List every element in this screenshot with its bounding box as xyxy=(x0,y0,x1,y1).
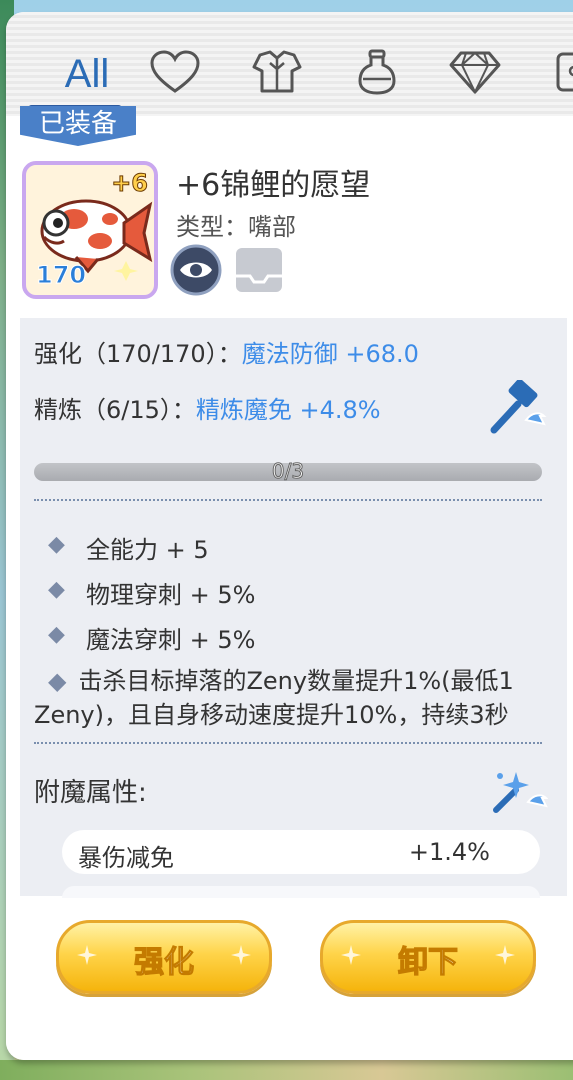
potion-icon xyxy=(358,49,396,95)
heart-icon xyxy=(150,50,200,93)
item-icon-slot[interactable]: +6 170 xyxy=(22,161,158,299)
tab-armor[interactable] xyxy=(242,42,312,102)
unequip-button[interactable]: 卸下 xyxy=(320,920,536,994)
refine-progress-text: 0/3 xyxy=(271,459,305,484)
divider xyxy=(34,499,542,501)
enchant-attribute-name: 暴伤减免 xyxy=(78,844,174,872)
special-effect-body: 击杀目标掉落的Zeny数量提升1%(最低1 Zeny)，且自身移动速度提升10%… xyxy=(34,667,514,729)
tray-icon xyxy=(236,248,282,292)
card-icon xyxy=(556,52,573,92)
refine-stat-value: 精炼魔免 +4.8% xyxy=(195,396,381,424)
item-level-badge: 170 xyxy=(35,261,87,290)
category-tab-bar: All xyxy=(6,12,573,116)
enchant-button[interactable] xyxy=(490,766,549,816)
armor-icon xyxy=(252,50,302,93)
refine-stat-label: 精炼（6/15）： xyxy=(34,396,196,424)
tab-potion[interactable] xyxy=(342,42,412,102)
strengthen-stat: 强化（170/170）：魔法防御 +68.0 xyxy=(34,334,419,369)
item-type: 类型：嘴部 xyxy=(176,213,296,241)
refine-progress-bar: 0/3 xyxy=(34,459,542,484)
item-name: +6锦鲤的愿望 xyxy=(176,168,371,203)
gem-icon xyxy=(449,51,501,95)
strengthen-button[interactable]: 强化 xyxy=(56,920,272,994)
storage-button[interactable] xyxy=(232,244,286,296)
preview-button[interactable] xyxy=(170,244,222,296)
tab-gem[interactable] xyxy=(440,42,510,102)
unequip-button-label: 卸下 xyxy=(397,944,458,980)
enchant-attribute-value: +1.4% xyxy=(408,838,490,866)
enchant-title: 附魔属性: xyxy=(34,778,147,808)
strengthen-button-label: 强化 xyxy=(133,944,194,980)
eye-icon xyxy=(170,244,222,296)
hammer-icon xyxy=(490,378,547,434)
refine-level-badge: +6 xyxy=(111,169,149,198)
strengthen-stat-value: 魔法防御 +68.0 xyxy=(241,340,419,368)
refine-stat: 精炼（6/15）：精炼魔免 +4.8% xyxy=(34,390,381,425)
magic-wand-icon xyxy=(493,772,549,813)
background-bottom xyxy=(0,1060,573,1080)
tab-card[interactable] xyxy=(542,42,573,102)
tab-heart[interactable] xyxy=(140,42,210,102)
attribute-item: 全能力 + 5 xyxy=(86,536,209,564)
attribute-item: 魔法穿刺 + 5% xyxy=(86,626,256,654)
bullet-icon: ◆ xyxy=(48,532,65,557)
strengthen-stat-label: 强化（170/170）： xyxy=(34,340,242,368)
bullet-icon: ◆ xyxy=(48,667,67,695)
bullet-icon: ◆ xyxy=(48,622,65,647)
enchant-attribute-row: 暴伤减免 +1.4% xyxy=(62,830,540,874)
bullet-icon: ◆ xyxy=(48,577,65,602)
special-effect-text: ◆ 击杀目标掉落的Zeny数量提升1%(最低1 Zeny)，且自身移动速度提升10… xyxy=(34,664,542,732)
tab-all[interactable]: All xyxy=(44,44,130,104)
enchant-attribute-row-partial xyxy=(62,886,540,898)
divider xyxy=(34,742,542,744)
refine-button[interactable] xyxy=(488,378,548,436)
attribute-item: 物理穿刺 + 5% xyxy=(86,581,256,609)
